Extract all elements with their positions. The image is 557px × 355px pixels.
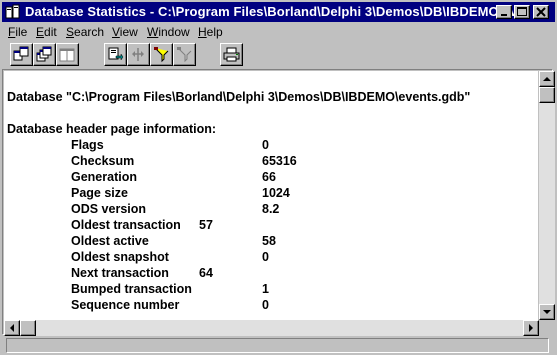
vertical-scroll-thumb[interactable] xyxy=(539,87,555,103)
close-icon xyxy=(536,7,546,17)
stat-label-ods-version: ODS version xyxy=(71,202,147,216)
stat-label-bumped-transaction: Bumped transaction xyxy=(71,282,192,296)
stat-value-generation: 66 xyxy=(262,170,276,184)
cascade-icon xyxy=(36,46,52,62)
close-button[interactable] xyxy=(533,5,549,19)
arrow-down-icon xyxy=(543,310,551,314)
stat-label-oldest-active: Oldest active xyxy=(71,234,149,248)
clear-icon xyxy=(177,47,192,63)
minimize-button[interactable] xyxy=(496,5,512,19)
stat-value-checksum: 65316 xyxy=(262,154,297,168)
stat-label-sequence-number: Sequence number xyxy=(71,298,180,312)
arrow-up-icon xyxy=(543,77,551,81)
horizontal-scroll-thumb[interactable] xyxy=(20,320,36,336)
arrange-button[interactable] xyxy=(127,43,150,66)
scroll-up-button[interactable] xyxy=(539,71,555,87)
menu-help-accel: H xyxy=(198,25,207,39)
copy-button[interactable] xyxy=(104,43,127,66)
menu-file-rest: ile xyxy=(15,25,28,39)
header-section-title: Database header page information: xyxy=(7,122,217,136)
stat-label-oldest-transaction: Oldest transaction xyxy=(71,218,181,232)
window-title: Database Statistics - C:\Program Files\B… xyxy=(25,4,528,19)
stat-value-next-transaction: 64 xyxy=(199,266,213,280)
stat-value-sequence-number: 0 xyxy=(262,298,269,312)
menu-view[interactable]: View xyxy=(112,25,138,39)
toolbar xyxy=(2,42,555,68)
horizontal-scrollbar[interactable] xyxy=(4,320,539,336)
menu-window-rest: indow xyxy=(158,25,190,39)
arrange-icon xyxy=(132,48,144,61)
arrow-left-icon xyxy=(10,324,14,332)
menu-edit[interactable]: Edit xyxy=(36,25,57,39)
print-icon xyxy=(223,47,240,62)
menu-help[interactable]: Help xyxy=(198,25,223,39)
maximize-icon xyxy=(517,7,527,16)
vertical-scrollbar[interactable] xyxy=(539,71,555,320)
stat-label-flags: Flags xyxy=(71,138,104,152)
database-statistics-window: Database Statistics - C:\Program Files\B… xyxy=(0,0,557,355)
stat-label-next-transaction: Next transaction xyxy=(71,266,169,280)
print-button[interactable] xyxy=(220,43,243,66)
menu-search-rest: earch xyxy=(74,25,105,39)
menu-window-accel: W xyxy=(147,25,159,39)
menu-bar: File Edit Search View Window Help xyxy=(2,23,555,41)
status-bar xyxy=(6,338,549,353)
statistics-text[interactable]: Database "C:\Program Files\Borland\Delph… xyxy=(4,71,538,320)
new-window-icon xyxy=(13,46,29,61)
stat-label-checksum: Checksum xyxy=(71,154,135,168)
scroll-down-button[interactable] xyxy=(539,304,555,320)
scroll-left-button[interactable] xyxy=(4,320,20,336)
menu-file[interactable]: File xyxy=(8,25,27,39)
tile-button[interactable] xyxy=(56,43,79,66)
stat-value-oldest-active: 58 xyxy=(262,234,276,248)
tile-icon xyxy=(59,48,75,62)
title-bar[interactable]: Database Statistics - C:\Program Files\B… xyxy=(2,2,555,22)
document-area: Database "C:\Program Files\Borland\Delph… xyxy=(2,69,555,336)
menu-window[interactable]: Window xyxy=(147,25,190,39)
clear-button[interactable] xyxy=(173,43,196,66)
stat-value-ods-version: 8.2 xyxy=(262,202,280,216)
stat-value-bumped-transaction: 1 xyxy=(262,282,269,296)
menu-view-accel: V xyxy=(112,25,120,39)
copy-icon xyxy=(108,47,124,61)
menu-help-rest: elp xyxy=(206,25,223,39)
stat-value-flags: 0 xyxy=(262,138,269,152)
filter-button[interactable] xyxy=(150,43,173,66)
stat-label-page-size: Page size xyxy=(71,186,128,200)
stat-value-oldest-snapshot: 0 xyxy=(262,250,269,264)
menu-view-rest: iew xyxy=(119,25,138,39)
menu-edit-rest: dit xyxy=(44,25,57,39)
scrollbar-corner xyxy=(539,320,555,336)
new-window-button[interactable] xyxy=(10,43,33,66)
scroll-right-button[interactable] xyxy=(523,320,539,336)
stat-label-generation: Generation xyxy=(71,170,137,184)
database-path-line: Database "C:\Program Files\Borland\Delph… xyxy=(7,90,471,104)
filter-icon xyxy=(154,47,169,63)
cascade-button[interactable] xyxy=(33,43,56,66)
menu-search[interactable]: Search xyxy=(66,25,104,39)
app-icon[interactable] xyxy=(5,4,21,20)
arrow-right-icon xyxy=(529,324,533,332)
menu-edit-accel: E xyxy=(36,25,45,39)
maximize-button[interactable] xyxy=(514,5,530,19)
minimize-icon xyxy=(501,14,507,16)
menu-search-accel: S xyxy=(66,25,75,39)
stat-value-oldest-transaction: 57 xyxy=(199,218,213,232)
stat-label-oldest-snapshot: Oldest snapshot xyxy=(71,250,169,264)
stat-value-page-size: 1024 xyxy=(262,186,290,200)
